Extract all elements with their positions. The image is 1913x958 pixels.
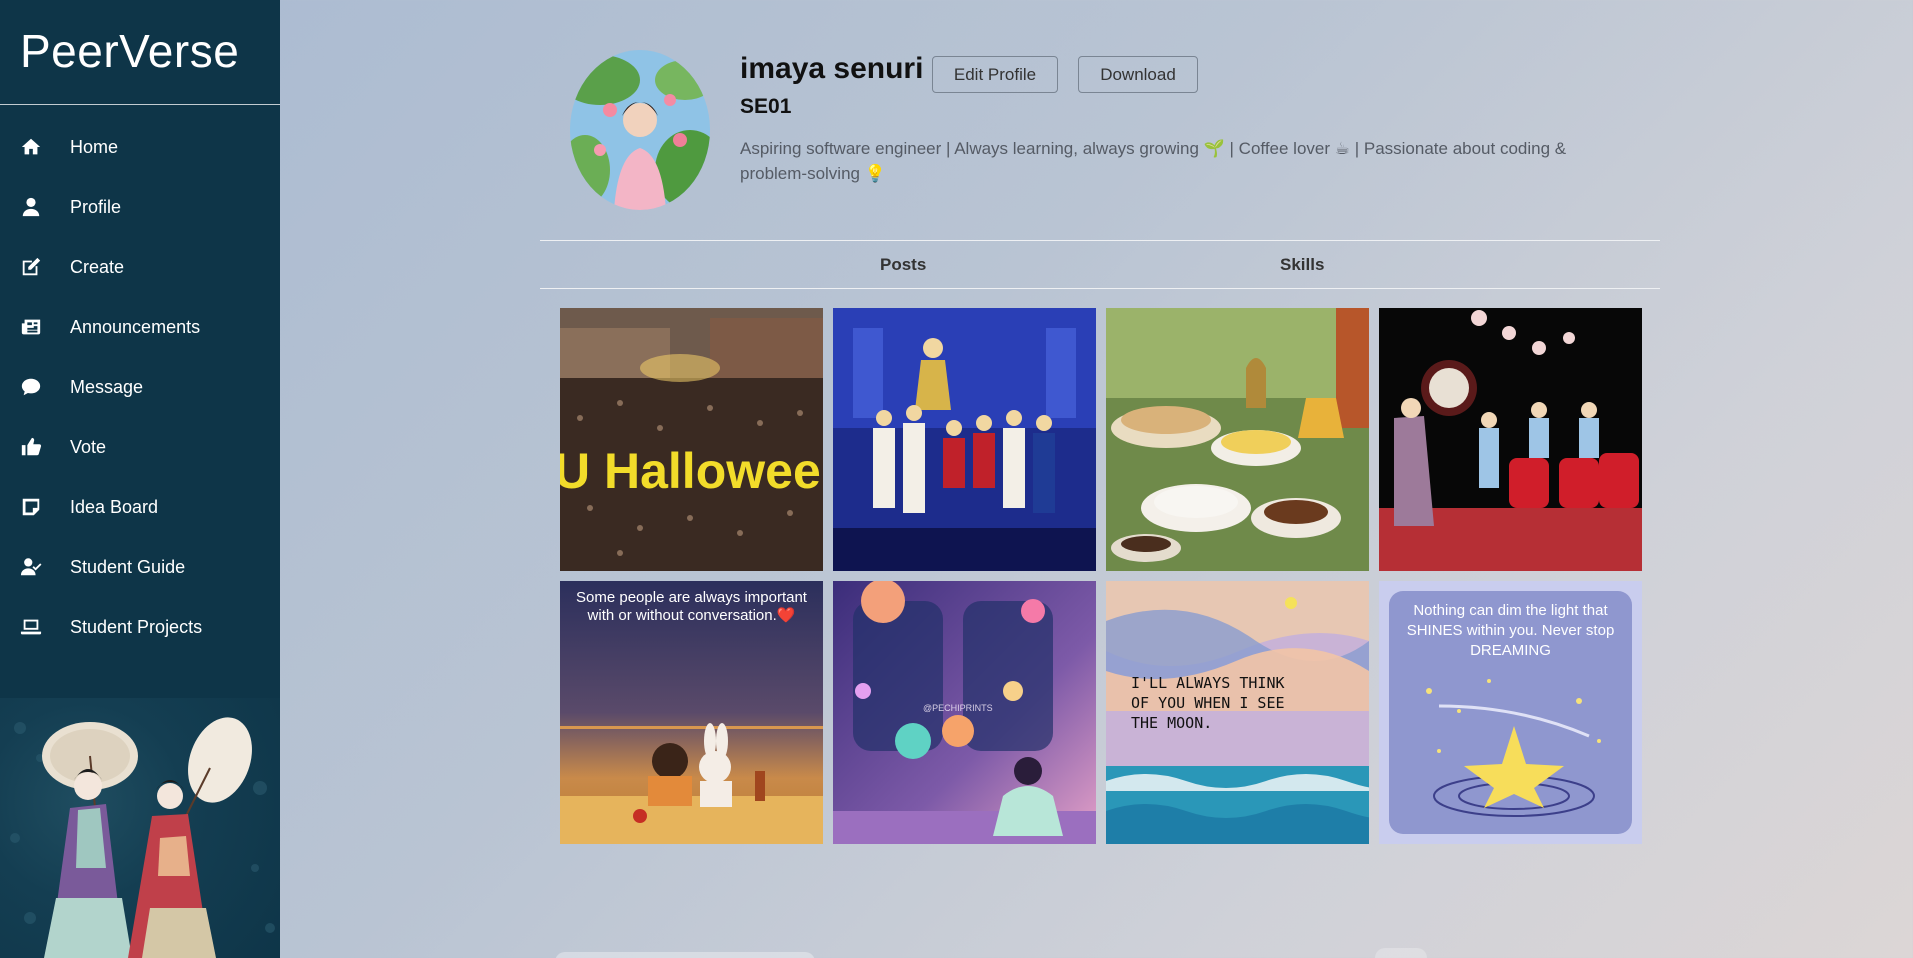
sidebar-item-label: Home: [70, 136, 119, 157]
post-thumbnail[interactable]: @PECHIPRINTS: [833, 581, 1096, 844]
sidebar-item-student-projects[interactable]: Student Projects: [0, 597, 280, 657]
profile-handle: SE01: [740, 95, 792, 118]
moon-sea-painting-image: I'LL ALWAYS THINK OF YOU WHEN I SEE THE …: [1106, 581, 1369, 844]
note-icon: [20, 496, 42, 518]
post-caption: Some people are always important with or…: [576, 589, 807, 624]
sidebar-item-message[interactable]: Message: [0, 357, 280, 417]
drum-festival-image: [1379, 308, 1642, 571]
profile-tabs: Posts Skills: [540, 240, 1660, 289]
sidebar-item-label: Create: [70, 256, 125, 277]
newspaper-icon: [20, 316, 42, 338]
post-caption: I'LL ALWAYS THINK OF YOU WHEN I SEE THE …: [1131, 674, 1285, 732]
space-train-image: @PECHIPRINTS: [833, 581, 1096, 844]
home-icon: [20, 136, 42, 158]
avatar-photo: [570, 50, 710, 210]
sidebar-item-announcements[interactable]: Announcements: [0, 297, 280, 357]
post-thumbnail[interactable]: [1106, 308, 1369, 571]
sidebar-item-profile[interactable]: Profile: [0, 177, 280, 237]
tab-skills[interactable]: Skills: [1280, 255, 1324, 275]
sidebar-illustration: [0, 698, 280, 958]
post-thumbnail[interactable]: [1379, 308, 1642, 571]
sidebar: PeerVerse Home Profile Create Announceme…: [0, 0, 280, 958]
post-thumbnail[interactable]: Some people are always important with or…: [560, 581, 823, 844]
sidebar-item-label: Profile: [70, 196, 122, 217]
chat-bubble-icon: [20, 376, 42, 398]
bottom-card-edge: [555, 952, 815, 958]
download-button[interactable]: Download: [1078, 56, 1198, 93]
user-icon: [20, 196, 42, 218]
sidebar-item-label: Student Guide: [70, 556, 186, 577]
posts-grid: U Hallowee Some people are always import…: [560, 308, 1642, 844]
post-thumbnail[interactable]: [833, 308, 1096, 571]
sidebar-item-label: Student Projects: [70, 616, 203, 637]
profile-bio: Aspiring software engineer | Always lear…: [740, 139, 1567, 183]
sidebar-item-vote[interactable]: Vote: [0, 417, 280, 477]
thumbs-up-icon: [20, 436, 42, 458]
edit-profile-button[interactable]: Edit Profile: [932, 56, 1058, 93]
sidebar-item-label: Announcements: [70, 316, 201, 337]
sidebar-item-home[interactable]: Home: [0, 117, 280, 177]
sidebar-nav: Home Profile Create Announcements Messag…: [0, 117, 280, 657]
sidebar-item-label: Vote: [70, 436, 107, 457]
stage-performance-image: [833, 308, 1096, 571]
sidebar-item-label: Message: [70, 376, 144, 397]
friends-sunset-image: Some people are always important with or…: [560, 581, 823, 844]
sidebar-item-create[interactable]: Create: [0, 237, 280, 297]
post-thumbnail[interactable]: U Hallowee: [560, 308, 823, 571]
post-thumbnail[interactable]: I'LL ALWAYS THINK OF YOU WHEN I SEE THE …: [1106, 581, 1369, 844]
brand-logo[interactable]: PeerVerse: [0, 0, 280, 105]
avatar[interactable]: [570, 50, 710, 210]
post-thumbnail[interactable]: Nothing can dim the light that SHINES wi…: [1379, 581, 1642, 844]
dream-star-image: Nothing can dim the light that SHINES wi…: [1379, 581, 1642, 844]
tab-posts[interactable]: Posts: [880, 255, 926, 275]
profile-name: imaya senuri: [740, 52, 924, 85]
sidebar-item-student-guide[interactable]: Student Guide: [0, 537, 280, 597]
halloween-crowd-image: U Hallowee: [560, 308, 823, 571]
sidebar-item-label: Idea Board: [70, 496, 159, 517]
post-caption: Nothing can dim the light that SHINES wi…: [1406, 602, 1615, 659]
user-check-icon: [20, 556, 42, 578]
edit-icon: [20, 256, 42, 278]
kimono-ladies-illustration: [10, 717, 275, 958]
sidebar-item-idea-board[interactable]: Idea Board: [0, 477, 280, 537]
laptop-icon: [20, 616, 42, 638]
post-caption: U Hallowee: [560, 443, 821, 499]
post-caption: @PECHIPRINTS: [923, 703, 993, 713]
bottom-card-edge: [1375, 948, 1427, 958]
food-table-image: [1106, 308, 1369, 571]
